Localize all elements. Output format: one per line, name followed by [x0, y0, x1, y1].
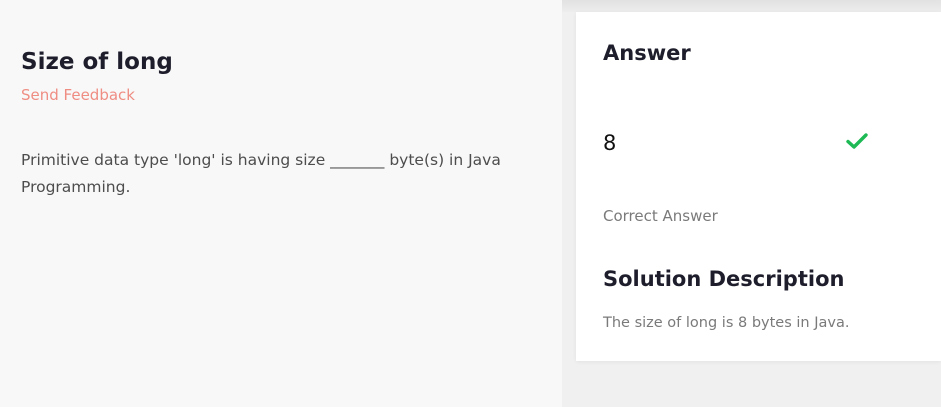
question-panel: Size of long Send Feedback Primitive dat… [0, 0, 562, 407]
answer-value: 8 [603, 131, 617, 155]
check-icon [845, 129, 869, 153]
answer-heading: Answer [603, 41, 691, 65]
correct-answer-label: Correct Answer [603, 207, 718, 225]
problem-title: Size of long [21, 49, 173, 75]
solution-heading: Solution Description [603, 267, 845, 291]
answer-card: Answer 8 Correct Answer Solution Descrip… [576, 12, 941, 361]
send-feedback-link[interactable]: Send Feedback [21, 85, 135, 105]
question-text: Primitive data type 'long' is having siz… [21, 151, 501, 196]
answer-panel-top-edge [562, 0, 941, 12]
solution-description: The size of long is 8 bytes in Java. [603, 315, 850, 331]
